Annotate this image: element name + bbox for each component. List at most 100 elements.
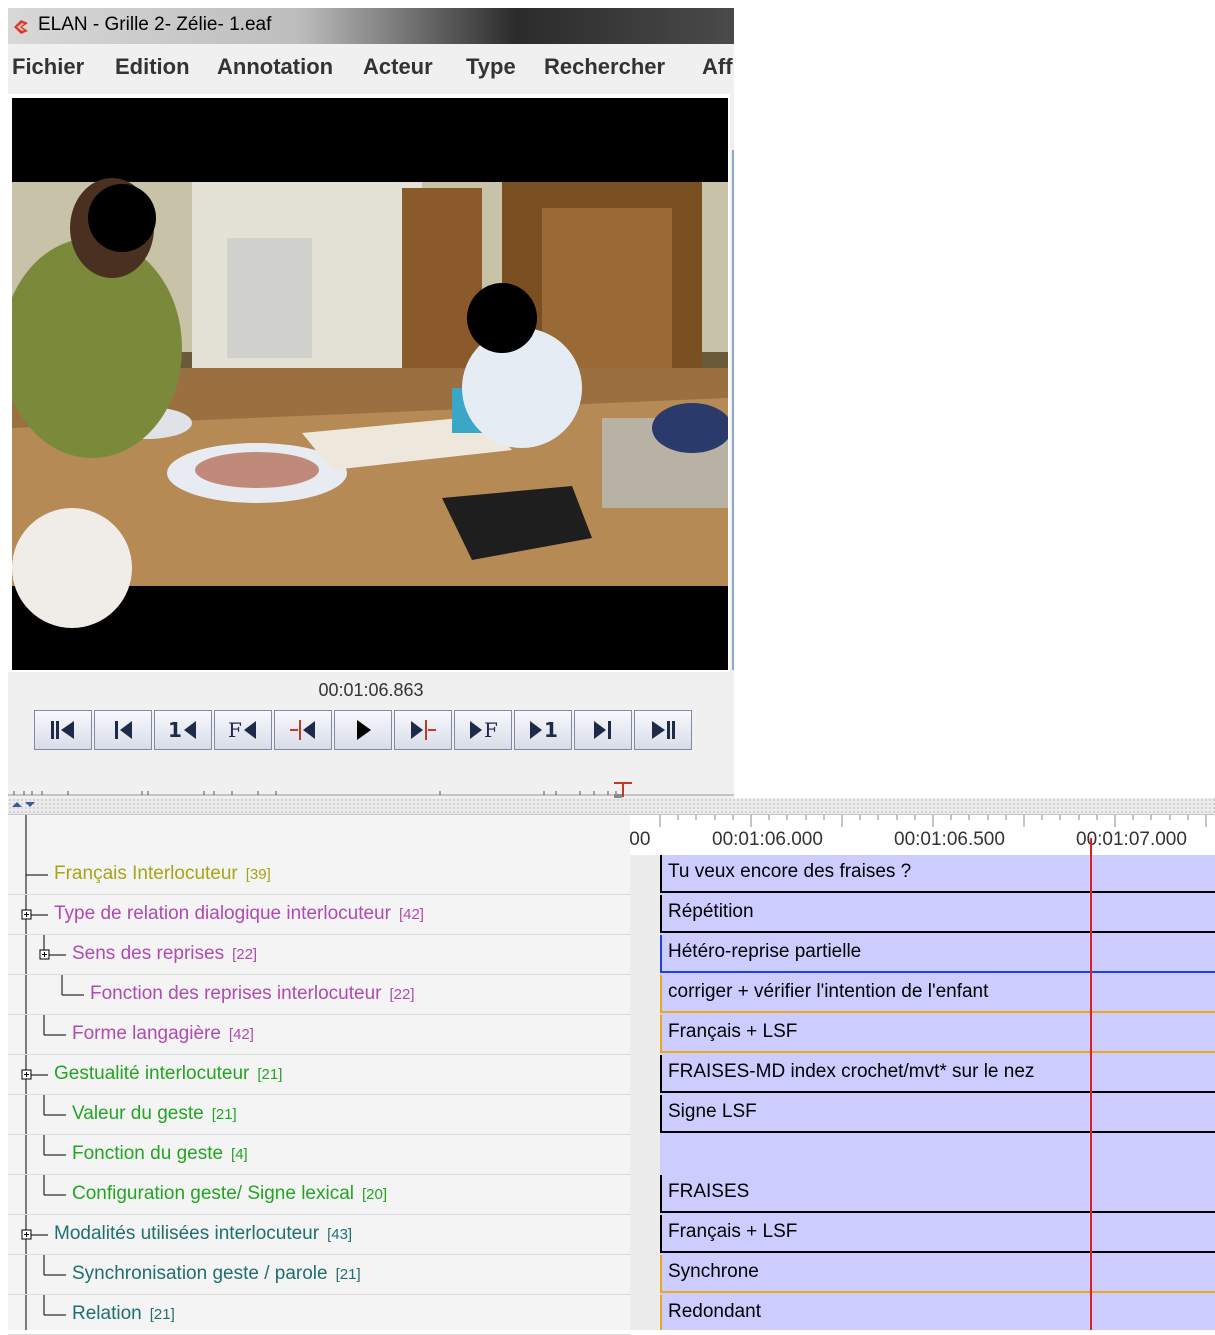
go-to-begin-button[interactable] — [34, 710, 92, 750]
annotation[interactable]: Hétéro-reprise partielle — [660, 935, 1215, 973]
annotation-track[interactable]: corriger + vérifier l'intention de l'enf… — [660, 975, 1215, 1015]
annotation[interactable]: FRAISES-MD index crochet/mvt* sur le nez — [660, 1055, 1215, 1093]
play-selection-button[interactable] — [394, 710, 452, 750]
window-title: ELAN - Grille 2- Zélie- 1.eaf — [38, 14, 272, 35]
tier-row[interactable]: Configuration geste/ Signe lexical [20] — [8, 1175, 630, 1215]
annotation-track[interactable]: Hétéro-reprise partielle — [660, 935, 1215, 975]
annotation[interactable]: Signe LSF — [660, 1095, 1215, 1133]
tier-label: Modalités utilisées interlocuteur — [54, 1223, 320, 1244]
tier-annotation-count: [20] — [362, 1186, 388, 1203]
back-arrow-icon — [243, 721, 256, 739]
tier-row[interactable]: Fonction du geste [4] — [8, 1135, 630, 1175]
overview-ruler[interactable] — [8, 782, 734, 799]
annotation-track[interactable]: Tu veux encore des fraises ? — [660, 855, 1215, 895]
tier-annotation-count: [22] — [389, 986, 415, 1003]
title-bar: ELAN - Grille 2- Zélie- 1.eaf — [8, 8, 734, 44]
tier-name[interactable]: Modalités utilisées interlocuteur [43] — [54, 1223, 352, 1245]
menu-affichage[interactable]: Aff — [702, 54, 733, 80]
tier-label: Fonction des reprises interlocuteur — [90, 983, 382, 1004]
annotation[interactable]: Français + LSF — [660, 1015, 1215, 1053]
annotation[interactable]: Tu veux encore des fraises ? — [660, 855, 1215, 893]
skip-to-start-icon — [51, 721, 74, 739]
annotation-text: Français + LSF — [668, 1021, 798, 1042]
timeline-viewer[interactable]: :00 00:01:06.000 00:01:06.500 00:01:07.0… — [630, 815, 1215, 1330]
tier-name[interactable]: Synchronisation geste / parole [21] — [72, 1263, 361, 1285]
tier-name[interactable]: Type de relation dialogique interlocuteu… — [54, 903, 424, 925]
tier-annotation-count: [21] — [335, 1266, 361, 1283]
menu-acteur[interactable]: Acteur — [363, 54, 433, 80]
annotation-track[interactable] — [660, 1135, 1215, 1175]
tier-name[interactable]: Fonction des reprises interlocuteur [22] — [90, 983, 415, 1005]
annotation-text: Français + LSF — [668, 1221, 798, 1242]
tier-row[interactable]: Gestualité interlocuteur [21] — [8, 1055, 630, 1095]
annotation-track[interactable]: Français + LSF — [660, 1215, 1215, 1255]
menu-type[interactable]: Type — [466, 54, 516, 80]
previous-frame-button[interactable]: F — [214, 710, 272, 750]
tier-row[interactable]: Valeur du geste [21] — [8, 1095, 630, 1135]
tier-annotation-count: [4] — [231, 1146, 248, 1163]
tier-name[interactable]: Français Interlocuteur [39] — [54, 863, 271, 885]
next-pixel-button[interactable]: 1 — [514, 710, 572, 750]
annotation[interactable]: Répétition — [660, 895, 1215, 933]
annotation-track[interactable]: FRAISES — [660, 1175, 1215, 1215]
tier-annotation-count: [22] — [232, 946, 258, 963]
tier-annotation-count: [43] — [327, 1226, 353, 1243]
tier-name[interactable]: Forme langagière [42] — [72, 1023, 254, 1045]
annotation[interactable]: corriger + vérifier l'intention de l'enf… — [660, 975, 1215, 1013]
menu-fichier[interactable]: Fichier — [12, 54, 84, 80]
viewer-scrollbar[interactable] — [732, 150, 734, 670]
annotation[interactable]: FRAISES — [660, 1175, 1215, 1213]
tier-name[interactable]: Configuration geste/ Signe lexical [20] — [72, 1183, 387, 1205]
annotation-track[interactable]: Français + LSF — [660, 1015, 1215, 1055]
time-ruler[interactable]: :00 00:01:06.000 00:01:06.500 00:01:07.0… — [630, 815, 1215, 855]
annotation-track[interactable]: Répétition — [660, 895, 1215, 935]
tier-row[interactable]: Fonction des reprises interlocuteur [22] — [8, 975, 630, 1015]
annotation-text: Hétéro-reprise partielle — [668, 941, 862, 962]
tier-row[interactable]: Modalités utilisées interlocuteur [43] — [8, 1215, 630, 1255]
annotation[interactable]: Redondant — [660, 1295, 1215, 1330]
previous-scrollview-button[interactable] — [94, 710, 152, 750]
ruler-label: :00 — [630, 829, 651, 850]
tier-name[interactable]: Sens des reprises [22] — [72, 943, 257, 965]
go-to-end-button[interactable] — [634, 710, 692, 750]
menu-rechercher[interactable]: Rechercher — [544, 54, 665, 80]
tier-label: Type de relation dialogique interlocuteu… — [54, 903, 391, 924]
video-viewer[interactable] — [12, 98, 728, 670]
tier-row[interactable]: Relation [21] — [8, 1295, 630, 1335]
next-frame-label: F — [484, 718, 498, 742]
play-selection-backward-button[interactable] — [274, 710, 332, 750]
menu-annotation[interactable]: Annotation — [217, 54, 333, 80]
annotation[interactable]: Synchrone — [660, 1255, 1215, 1293]
next-frame-button[interactable]: F — [454, 710, 512, 750]
menu-edition[interactable]: Edition — [115, 54, 190, 80]
tier-label: Gestualité interlocuteur — [54, 1063, 250, 1084]
annotation-track[interactable]: Synchrone — [660, 1255, 1215, 1295]
tier-label: Valeur du geste — [72, 1103, 204, 1124]
annotation-text: FRAISES — [668, 1181, 750, 1202]
tier-name[interactable]: Fonction du geste [4] — [72, 1143, 248, 1165]
tier-row[interactable]: Type de relation dialogique interlocuteu… — [8, 895, 630, 935]
selection-forward-icon — [411, 720, 436, 740]
annotation-track[interactable]: FRAISES-MD index crochet/mvt* sur le nez — [660, 1055, 1215, 1095]
tier-annotation-count: [42] — [398, 906, 424, 923]
annotation-track[interactable]: Signe LSF — [660, 1095, 1215, 1135]
annotation[interactable]: Français + LSF — [660, 1215, 1215, 1253]
annotation-track[interactable]: Redondant — [660, 1295, 1215, 1330]
selection-back-icon — [290, 720, 315, 740]
annotation-text: Répétition — [668, 901, 754, 922]
back-arrow-icon — [183, 721, 196, 739]
pane-splitter[interactable] — [8, 798, 1215, 815]
splitter-arrows-icon[interactable] — [8, 798, 48, 814]
tier-row[interactable]: Forme langagière [42] — [8, 1015, 630, 1055]
ruler-label: 00:01:06.500 — [894, 829, 1005, 850]
tier-name[interactable]: Relation [21] — [72, 1303, 175, 1325]
previous-pixel-button[interactable]: 1 — [154, 710, 212, 750]
tier-name[interactable]: Valeur du geste [21] — [72, 1103, 237, 1125]
overview-ruler-ticks — [8, 782, 734, 798]
next-scrollview-button[interactable] — [574, 710, 632, 750]
tier-row[interactable]: Sens des reprises [22] — [8, 935, 630, 975]
tier-row[interactable]: Français Interlocuteur [39] — [8, 855, 630, 895]
tier-row[interactable]: Synchronisation geste / parole [21] — [8, 1255, 630, 1295]
tier-name[interactable]: Gestualité interlocuteur [21] — [54, 1063, 282, 1085]
play-button[interactable] — [334, 710, 392, 750]
